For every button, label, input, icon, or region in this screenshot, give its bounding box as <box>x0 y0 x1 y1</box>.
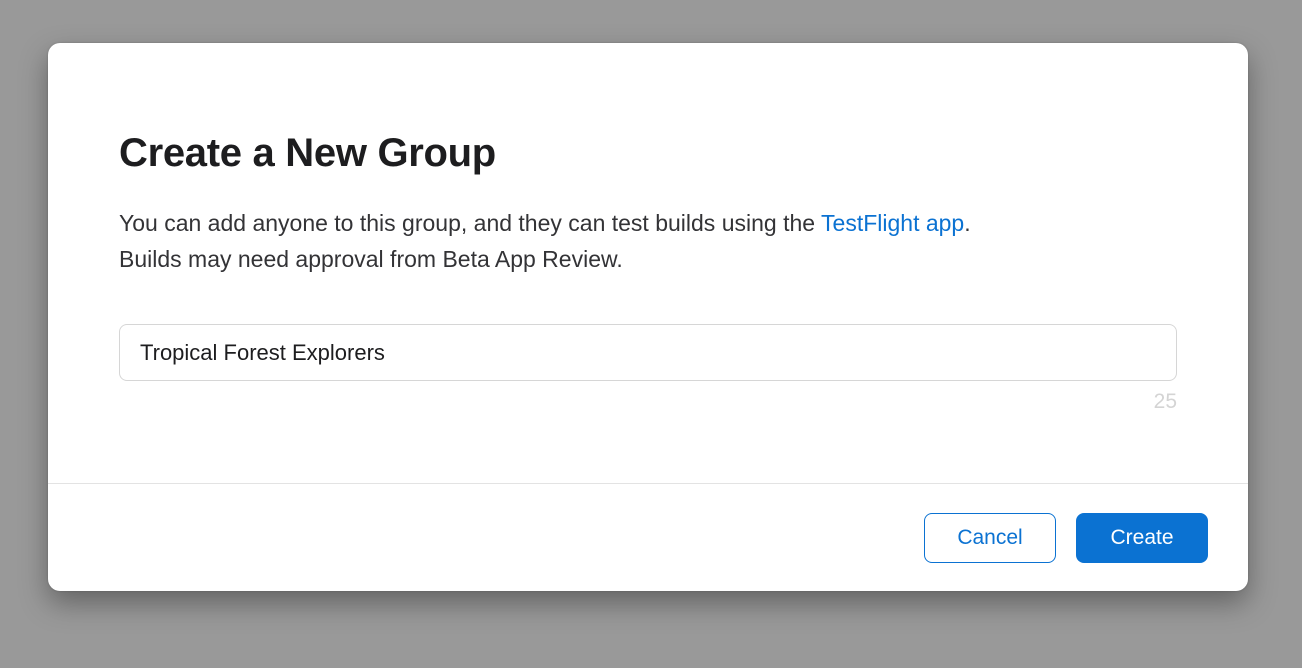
description-text-after-link: . <box>964 210 970 236</box>
dialog-content: Create a New Group You can add anyone to… <box>48 43 1248 414</box>
description-text-before-link: You can add anyone to this group, and th… <box>119 210 821 236</box>
description-text-line2: Builds may need approval from Beta App R… <box>119 246 623 272</box>
dialog-description: You can add anyone to this group, and th… <box>119 205 1177 277</box>
cancel-button[interactable]: Cancel <box>924 513 1056 563</box>
create-group-dialog: Create a New Group You can add anyone to… <box>48 43 1248 591</box>
create-button[interactable]: Create <box>1076 513 1208 563</box>
character-counter: 25 <box>119 390 1177 414</box>
dialog-title: Create a New Group <box>119 129 1177 177</box>
dialog-footer: Cancel Create <box>48 483 1248 591</box>
testflight-app-link[interactable]: TestFlight app <box>821 210 964 236</box>
group-name-input[interactable] <box>119 324 1177 381</box>
